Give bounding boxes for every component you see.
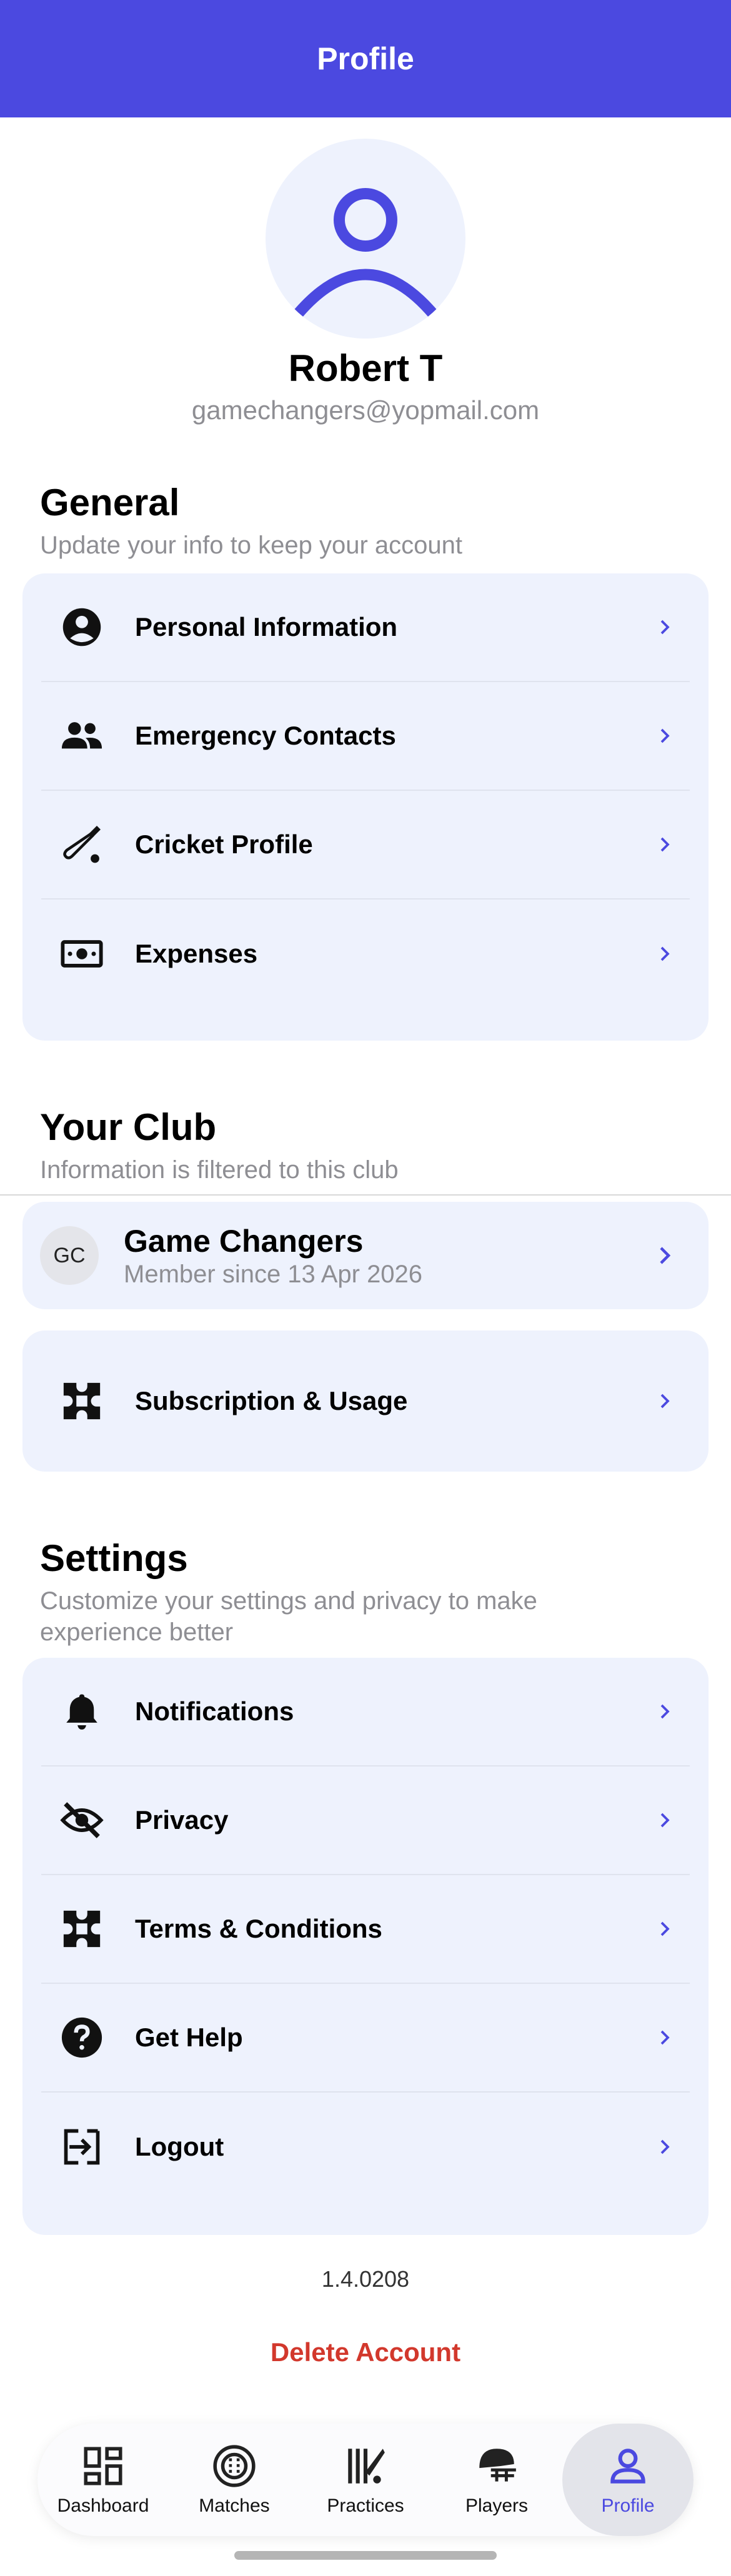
logout-icon (54, 2119, 110, 2175)
row-label: Cricket Profile (135, 830, 313, 859)
club-title: Your Club (40, 1106, 217, 1148)
chevron-right-icon (646, 717, 684, 755)
expenses-row[interactable]: Expenses (41, 899, 690, 1008)
club-subtitle: Information is filtered to this club (40, 1156, 399, 1184)
eye-off-icon (54, 1792, 110, 1848)
home-indicator (234, 2551, 497, 2560)
profile-email: gamechangers@yopmail.com (191, 395, 540, 425)
general-card: Personal Information Emergency Contacts … (22, 573, 709, 1041)
app-version: 1.4.0208 (321, 2266, 410, 2292)
bell-icon (54, 1683, 110, 1740)
club-name: Game Changers (124, 1223, 364, 1259)
tab-label: Profile (601, 2495, 655, 2516)
privacy-row[interactable]: Privacy (41, 1766, 690, 1875)
row-label: Expenses (135, 939, 258, 968)
settings-card: Notifications Privacy Terms & Conditions… (22, 1658, 709, 2235)
tab-label: Practices (327, 2495, 404, 2516)
practice-icon (348, 2449, 385, 2484)
help-circle-icon (54, 2009, 110, 2066)
cash-icon (54, 926, 110, 982)
puzzle-icon (54, 1901, 110, 1957)
puzzle-icon (54, 1373, 110, 1429)
tab-matches[interactable]: Matches (169, 2424, 300, 2536)
account-circle-icon (54, 599, 110, 655)
row-label: Privacy (135, 1805, 229, 1835)
row-label: Emergency Contacts (135, 721, 396, 750)
tab-dashboard[interactable]: Dashboard (37, 2424, 169, 2536)
cricket-profile-row[interactable]: Cricket Profile (41, 791, 690, 899)
row-label: Subscription & Usage (135, 1386, 408, 1415)
page-title: Profile (317, 41, 414, 76)
person-icon (610, 2449, 645, 2484)
row-label: Get Help (135, 2023, 243, 2052)
chevron-right-icon (646, 1801, 684, 1839)
general-subtitle: Update your info to keep your account (40, 532, 462, 559)
chevron-right-icon (646, 2128, 684, 2166)
club-card[interactable]: GC Game Changers Member since 13 Apr 202… (22, 1202, 709, 1309)
logout-row[interactable]: Logout (41, 2093, 690, 2201)
get-help-row[interactable]: Get Help (41, 1984, 690, 2093)
club-badge: GC (40, 1226, 99, 1285)
chevron-right-icon (646, 1237, 684, 1274)
settings-title: Settings (40, 1537, 188, 1579)
tab-profile[interactable]: Profile (562, 2424, 694, 2536)
settings-subtitle: Customize your settings and privacy to m… (40, 1587, 537, 1646)
top-header: Profile (0, 0, 731, 117)
divider (0, 1194, 731, 1196)
people-icon (54, 708, 110, 764)
tab-label: Matches (199, 2495, 270, 2516)
row-label: Terms & Conditions (135, 1914, 382, 1943)
tab-practices[interactable]: Practices (300, 2424, 431, 2536)
subscription-usage-row[interactable]: Subscription & Usage (41, 1347, 690, 1455)
tab-label: Players (465, 2495, 529, 2516)
delete-account-button[interactable]: Delete Account (0, 2337, 731, 2367)
avatar[interactable] (266, 139, 465, 339)
chevron-right-icon (646, 2019, 684, 2056)
person-avatar-icon (291, 188, 440, 320)
dashboard-icon (84, 2447, 122, 2485)
emergency-contacts-row[interactable]: Emergency Contacts (41, 682, 690, 791)
row-label: Personal Information (135, 612, 398, 642)
profile-name: Robert T (288, 347, 443, 389)
row-label: Logout (135, 2132, 224, 2161)
cricket-ball-icon (213, 2445, 256, 2487)
bottom-tab-bar: Dashboard Matches Practices Players Prof… (37, 2424, 694, 2536)
chevron-right-icon (646, 826, 684, 863)
chevron-right-icon (646, 1910, 684, 1948)
tab-players[interactable]: Players (431, 2424, 562, 2536)
chevron-right-icon (646, 935, 684, 973)
row-label: Notifications (135, 1697, 294, 1726)
terms-conditions-row[interactable]: Terms & Conditions (41, 1875, 690, 1984)
subscription-card: Subscription & Usage (22, 1330, 709, 1472)
helmet-icon (479, 2449, 516, 2482)
tab-label: Dashboard (57, 2495, 149, 2516)
cricket-bat-icon (54, 816, 110, 873)
club-member-since: Member since 13 Apr 2026 (124, 1260, 423, 1288)
general-title: General (40, 482, 180, 523)
chevron-right-icon (646, 1382, 684, 1420)
chevron-right-icon (646, 1693, 684, 1730)
notifications-row[interactable]: Notifications (41, 1658, 690, 1766)
chevron-right-icon (646, 608, 684, 646)
personal-information-row[interactable]: Personal Information (41, 573, 690, 682)
